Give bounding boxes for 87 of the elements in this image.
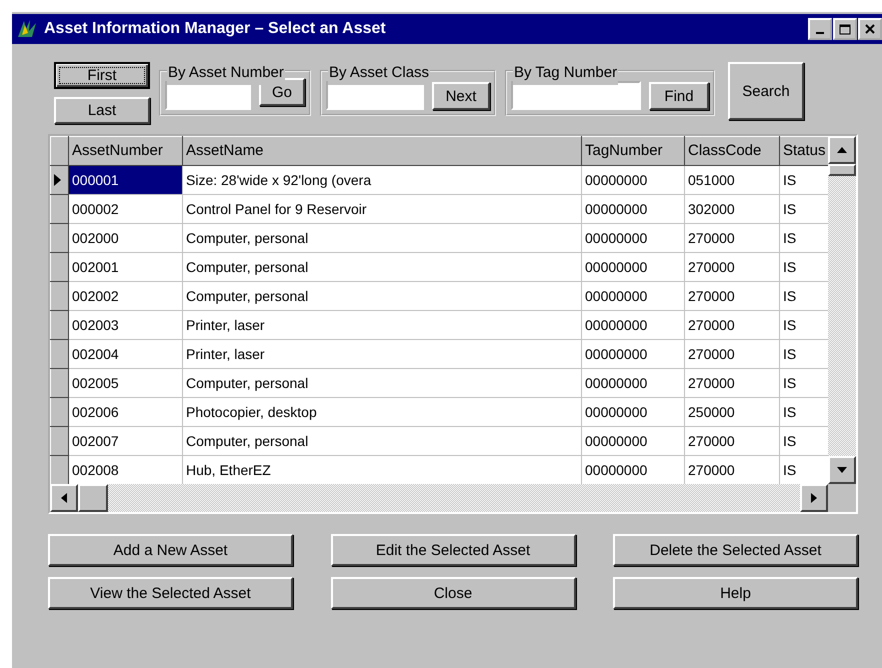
scroll-down-icon[interactable] (837, 467, 847, 473)
table-cell: 000001 (68, 166, 182, 194)
scroll-thumb[interactable] (78, 484, 108, 512)
table-cell: 002003 (68, 310, 182, 340)
row-selector[interactable] (50, 340, 68, 368)
last-button[interactable]: Last (54, 97, 150, 124)
table-cell: Computer, personal (182, 426, 582, 456)
maximize-icon (839, 24, 851, 34)
column-header: AssetName (182, 136, 582, 166)
search-group-button[interactable]: Find (649, 82, 709, 110)
maximize-button[interactable] (833, 18, 857, 40)
column-header: ClassCode (684, 136, 780, 166)
vertical-scrollbar[interactable] (828, 136, 856, 484)
search-field[interactable] (326, 81, 424, 110)
table-cell: 270000 (684, 340, 780, 368)
table-cell: 00000000 (582, 398, 684, 426)
table-cell: 00000000 (582, 340, 684, 368)
search-field[interactable] (511, 81, 641, 110)
table-cell: 302000 (684, 194, 780, 224)
table-cell: 002005 (68, 368, 182, 398)
table-cell: 270000 (684, 368, 780, 398)
table-cell: Printer, laser (182, 340, 582, 368)
row-selector[interactable] (50, 224, 68, 252)
row-selector[interactable] (50, 194, 68, 224)
row-selector[interactable] (50, 252, 68, 282)
search-group-button[interactable]: Next (432, 82, 490, 110)
scroll-thumb[interactable] (828, 164, 856, 176)
scroll-left-icon[interactable] (61, 493, 67, 503)
table-cell: Control Panel for 9 Reservoir (182, 194, 582, 224)
table-cell: 270000 (684, 426, 780, 456)
action-button[interactable]: Delete the Selected Asset (613, 534, 858, 566)
table-cell: 270000 (684, 310, 780, 340)
row-selector[interactable] (50, 310, 68, 340)
column-header: TagNumber (582, 136, 684, 166)
table-cell: 00000000 (582, 194, 684, 224)
table-cell: Computer, personal (182, 224, 582, 252)
close-button[interactable] (858, 18, 882, 40)
table-cell: 002004 (68, 340, 182, 368)
table-cell: 00000000 (582, 310, 684, 340)
table-cell: Size: 28'wide x 92'long (overa (182, 166, 582, 194)
action-button[interactable]: Help (613, 577, 858, 609)
table-cell: 00000000 (582, 368, 684, 398)
row-selector[interactable] (50, 368, 68, 398)
table-cell: 270000 (684, 224, 780, 252)
table-cell: 00000000 (582, 252, 684, 282)
row-selector[interactable] (50, 426, 68, 456)
action-button[interactable]: Edit the Selected Asset (330, 534, 576, 566)
table-cell: 051000 (684, 166, 780, 194)
table-cell: 00000000 (582, 224, 684, 252)
first-button[interactable]: First (54, 62, 150, 89)
table-cell: Computer, personal (182, 282, 582, 310)
table-cell: 000002 (68, 194, 182, 224)
table-cell: 002007 (68, 426, 182, 456)
action-button[interactable]: Add a New Asset (48, 534, 293, 566)
scroll-up-icon[interactable] (837, 147, 847, 153)
action-button[interactable]: Close (330, 577, 576, 609)
table-cell: Computer, personal (182, 252, 582, 282)
table-cell: Computer, personal (182, 368, 582, 398)
table-cell: 270000 (684, 252, 780, 282)
search-button[interactable]: Search (728, 62, 804, 120)
scroll-right-icon[interactable] (811, 493, 817, 503)
window-title: Asset Information Manager – Select an Asset (44, 19, 386, 39)
table-cell: 00000000 (582, 282, 684, 310)
table-cell: 002001 (68, 252, 182, 282)
row-selector[interactable] (50, 398, 68, 426)
table-cell: 002000 (68, 224, 182, 252)
table-cell: 250000 (684, 398, 780, 426)
table-cell: 270000 (684, 282, 780, 310)
minimize-button[interactable] (808, 18, 832, 40)
header-corner (50, 136, 68, 166)
table-cell: 002006 (68, 398, 182, 426)
app-icon (16, 19, 38, 39)
close-icon (865, 24, 875, 34)
action-button[interactable]: View the Selected Asset (48, 577, 293, 609)
minimize-icon (816, 32, 824, 34)
row-selector[interactable] (50, 282, 68, 310)
row-selector[interactable] (50, 166, 68, 194)
table-cell: Printer, laser (182, 310, 582, 340)
column-header: Status (780, 136, 828, 166)
row-selector[interactable] (50, 456, 68, 484)
search-field[interactable] (165, 81, 251, 110)
table-cell: 002002 (68, 282, 182, 310)
table-cell: 00000000 (582, 166, 684, 194)
table-cell: Photocopier, desktop (182, 398, 582, 426)
table-cell: 00000000 (582, 426, 684, 456)
row-pointer-icon (54, 174, 62, 186)
column-header: AssetNumber (68, 136, 182, 166)
